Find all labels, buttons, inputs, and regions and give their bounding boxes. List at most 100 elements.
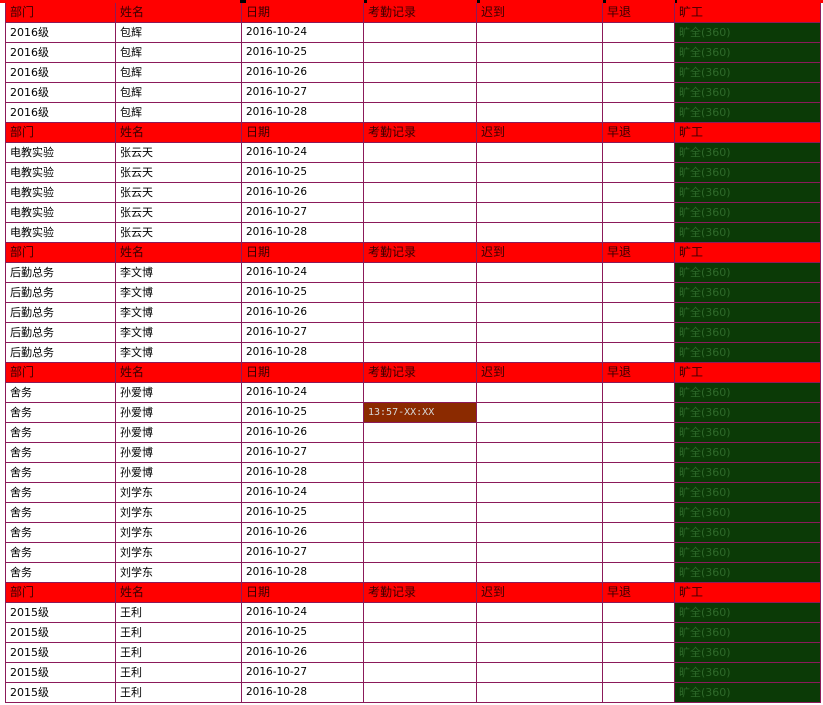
cell-dept[interactable]: 舍务	[5, 523, 116, 543]
cell-absent[interactable]: 旷全(360)	[675, 303, 821, 323]
cell-absent[interactable]: 旷全(360)	[675, 43, 821, 63]
cell-early[interactable]	[603, 543, 675, 563]
cell-name[interactable]: 李文博	[116, 303, 242, 323]
cell-dept[interactable]: 2015级	[5, 603, 116, 623]
cell-date[interactable]: 2016-10-28	[242, 223, 364, 243]
cell-late[interactable]	[477, 623, 603, 643]
cell-late[interactable]	[477, 683, 603, 703]
cell-early[interactable]	[603, 203, 675, 223]
cell-absent[interactable]: 旷全(360)	[675, 623, 821, 643]
cell-record[interactable]	[364, 303, 477, 323]
cell-date[interactable]: 2016-10-25	[242, 623, 364, 643]
header-cell-absent[interactable]: 旷工	[675, 243, 821, 263]
cell-absent[interactable]: 旷全(360)	[675, 403, 821, 423]
header-cell-dept[interactable]: 部门	[5, 123, 116, 143]
cell-name[interactable]: 王利	[116, 623, 242, 643]
cell-early[interactable]	[603, 63, 675, 83]
cell-dept[interactable]: 电教实验	[5, 143, 116, 163]
cell-date[interactable]: 2016-10-26	[242, 423, 364, 443]
cell-record[interactable]	[364, 443, 477, 463]
cell-early[interactable]	[603, 463, 675, 483]
header-cell-date[interactable]: 日期	[242, 363, 364, 383]
cell-late[interactable]	[477, 43, 603, 63]
cell-record[interactable]	[364, 383, 477, 403]
cell-date[interactable]: 2016-10-24	[242, 23, 364, 43]
header-cell-date[interactable]: 日期	[242, 243, 364, 263]
cell-date[interactable]: 2016-10-25	[242, 503, 364, 523]
cell-dept[interactable]: 2016级	[5, 103, 116, 123]
cell-name[interactable]: 王利	[116, 643, 242, 663]
cell-dept[interactable]: 2016级	[5, 43, 116, 63]
cell-dept[interactable]: 舍务	[5, 483, 116, 503]
cell-name[interactable]: 孙爱博	[116, 463, 242, 483]
cell-absent[interactable]: 旷全(360)	[675, 163, 821, 183]
cell-date[interactable]: 2016-10-26	[242, 63, 364, 83]
cell-name[interactable]: 张云天	[116, 143, 242, 163]
cell-name[interactable]: 张云天	[116, 163, 242, 183]
cell-early[interactable]	[603, 103, 675, 123]
cell-late[interactable]	[477, 503, 603, 523]
cell-late[interactable]	[477, 343, 603, 363]
cell-name[interactable]: 孙爱博	[116, 443, 242, 463]
cell-date[interactable]: 2016-10-25	[242, 283, 364, 303]
cell-dept[interactable]: 舍务	[5, 383, 116, 403]
header-cell-dept[interactable]: 部门	[5, 3, 116, 23]
header-cell-late[interactable]: 迟到	[477, 123, 603, 143]
header-cell-date[interactable]: 日期	[242, 123, 364, 143]
cell-record[interactable]	[364, 503, 477, 523]
cell-late[interactable]	[477, 543, 603, 563]
header-cell-record[interactable]: 考勤记录	[364, 363, 477, 383]
cell-absent[interactable]: 旷全(360)	[675, 263, 821, 283]
cell-dept[interactable]: 电教实验	[5, 223, 116, 243]
cell-name[interactable]: 王利	[116, 663, 242, 683]
header-cell-date[interactable]: 日期	[242, 583, 364, 603]
cell-name[interactable]: 李文博	[116, 263, 242, 283]
header-cell-early[interactable]: 早退	[603, 123, 675, 143]
cell-record[interactable]	[364, 103, 477, 123]
cell-name[interactable]: 孙爱博	[116, 403, 242, 423]
cell-record[interactable]	[364, 63, 477, 83]
cell-dept[interactable]: 舍务	[5, 503, 116, 523]
cell-name[interactable]: 包辉	[116, 43, 242, 63]
cell-dept[interactable]: 后勤总务	[5, 323, 116, 343]
header-cell-dept[interactable]: 部门	[5, 243, 116, 263]
cell-early[interactable]	[603, 163, 675, 183]
cell-record[interactable]	[364, 223, 477, 243]
header-cell-late[interactable]: 迟到	[477, 3, 603, 23]
cell-late[interactable]	[477, 523, 603, 543]
cell-date[interactable]: 2016-10-27	[242, 323, 364, 343]
cell-date[interactable]: 2016-10-24	[242, 483, 364, 503]
cell-absent[interactable]: 旷全(360)	[675, 463, 821, 483]
cell-absent[interactable]: 旷全(360)	[675, 663, 821, 683]
cell-date[interactable]: 2016-10-27	[242, 443, 364, 463]
cell-record[interactable]	[364, 563, 477, 583]
cell-absent[interactable]: 旷全(360)	[675, 423, 821, 443]
header-cell-date[interactable]: 日期	[242, 3, 364, 23]
cell-record[interactable]	[364, 683, 477, 703]
header-cell-record[interactable]: 考勤记录	[364, 243, 477, 263]
cell-dept[interactable]: 2016级	[5, 63, 116, 83]
cell-absent[interactable]: 旷全(360)	[675, 63, 821, 83]
header-cell-late[interactable]: 迟到	[477, 583, 603, 603]
cell-record[interactable]	[364, 323, 477, 343]
cell-name[interactable]: 王利	[116, 603, 242, 623]
cell-dept[interactable]: 电教实验	[5, 203, 116, 223]
cell-dept[interactable]: 舍务	[5, 423, 116, 443]
cell-absent[interactable]: 旷全(360)	[675, 83, 821, 103]
cell-late[interactable]	[477, 203, 603, 223]
cell-early[interactable]	[603, 343, 675, 363]
cell-name[interactable]: 张云天	[116, 223, 242, 243]
cell-date[interactable]: 2016-10-28	[242, 463, 364, 483]
cell-date[interactable]: 2016-10-24	[242, 383, 364, 403]
cell-name[interactable]: 张云天	[116, 203, 242, 223]
cell-early[interactable]	[603, 663, 675, 683]
cell-early[interactable]	[603, 323, 675, 343]
cell-absent[interactable]: 旷全(360)	[675, 23, 821, 43]
header-cell-early[interactable]: 早退	[603, 3, 675, 23]
cell-late[interactable]	[477, 103, 603, 123]
cell-date[interactable]: 2016-10-24	[242, 263, 364, 283]
cell-late[interactable]	[477, 23, 603, 43]
cell-absent[interactable]: 旷全(360)	[675, 203, 821, 223]
cell-dept[interactable]: 舍务	[5, 463, 116, 483]
cell-name[interactable]: 包辉	[116, 103, 242, 123]
